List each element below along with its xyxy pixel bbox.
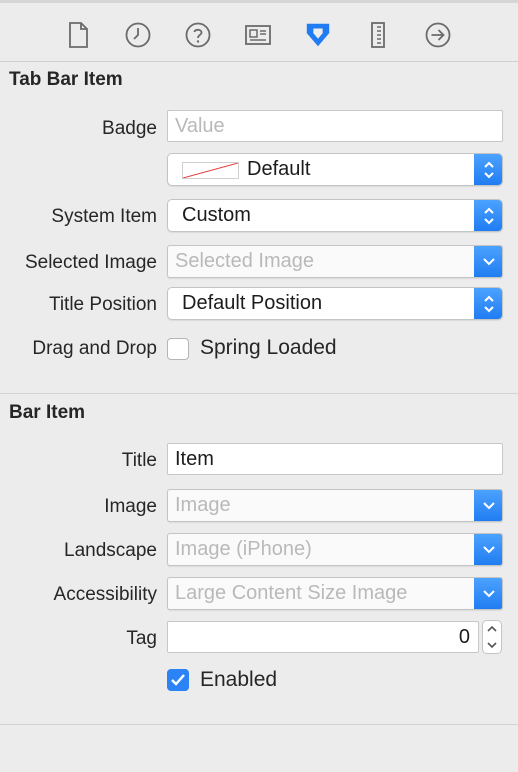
quick-help-icon[interactable] (184, 21, 212, 49)
chevron-down-icon[interactable] (474, 578, 502, 609)
attributes-inspector-icon[interactable] (304, 21, 332, 49)
connections-inspector-icon[interactable] (424, 21, 452, 49)
chevron-down-icon[interactable] (474, 534, 502, 565)
badge-label: Badge (102, 118, 157, 139)
spring-loaded-checkbox[interactable] (167, 338, 189, 360)
size-inspector-icon[interactable] (364, 21, 392, 49)
title-position-value: Default Position (182, 292, 323, 314)
enabled-checkbox[interactable] (167, 669, 189, 691)
image-label: Image (104, 496, 157, 517)
identity-inspector-icon[interactable] (244, 21, 272, 49)
tag-field[interactable]: 0 (167, 621, 479, 653)
accessibility-combo[interactable]: Large Content Size Image (167, 577, 503, 610)
title-position-popup[interactable]: Default Position (167, 287, 503, 320)
drag-and-drop-label: Drag and Drop (32, 338, 157, 359)
image-combo[interactable]: Image (167, 489, 503, 522)
system-item-label: System Item (51, 206, 157, 227)
enabled-label[interactable]: Enabled (200, 668, 277, 692)
tab-bar-item-section-title: Tab Bar Item (9, 69, 123, 90)
popup-stepper-icon (474, 288, 502, 319)
title-label: Title (121, 450, 157, 471)
chevron-down-icon[interactable] (474, 246, 502, 277)
image-placeholder: Image (175, 494, 231, 516)
tag-stepper[interactable] (482, 620, 502, 654)
selected-image-combo[interactable]: Selected Image (167, 245, 503, 278)
title-field[interactable]: Item (167, 443, 503, 475)
landscape-placeholder: Image (iPhone) (175, 538, 312, 560)
landscape-label: Landscape (64, 540, 157, 561)
popup-stepper-icon (474, 154, 502, 185)
stepper-down-icon[interactable] (486, 641, 498, 649)
inspector-toolbar (0, 3, 518, 62)
popup-stepper-icon (474, 200, 502, 231)
accessibility-label: Accessibility (53, 584, 157, 605)
stepper-up-icon[interactable] (486, 625, 498, 633)
tag-label: Tag (126, 628, 157, 649)
accessibility-placeholder: Large Content Size Image (175, 582, 408, 604)
section-divider (0, 393, 518, 394)
checkmark-icon (171, 674, 185, 686)
color-swatch (182, 162, 239, 179)
system-item-popup[interactable]: Custom (167, 199, 503, 232)
badge-field[interactable]: Value (167, 110, 503, 142)
bar-item-section-title: Bar Item (9, 402, 86, 423)
landscape-combo[interactable]: Image (iPhone) (167, 533, 503, 566)
selected-image-label: Selected Image (24, 252, 157, 273)
badge-color-popup[interactable]: Default (167, 153, 503, 186)
history-inspector-icon[interactable] (124, 21, 152, 49)
chevron-down-icon[interactable] (474, 490, 502, 521)
title-position-label: Title Position (48, 294, 157, 315)
selected-image-placeholder: Selected Image (175, 250, 314, 272)
badge-color-value: Default (247, 158, 311, 180)
spring-loaded-label[interactable]: Spring Loaded (200, 336, 337, 360)
file-inspector-icon[interactable] (64, 21, 92, 49)
system-item-value: Custom (182, 204, 251, 226)
section-divider (0, 724, 518, 725)
